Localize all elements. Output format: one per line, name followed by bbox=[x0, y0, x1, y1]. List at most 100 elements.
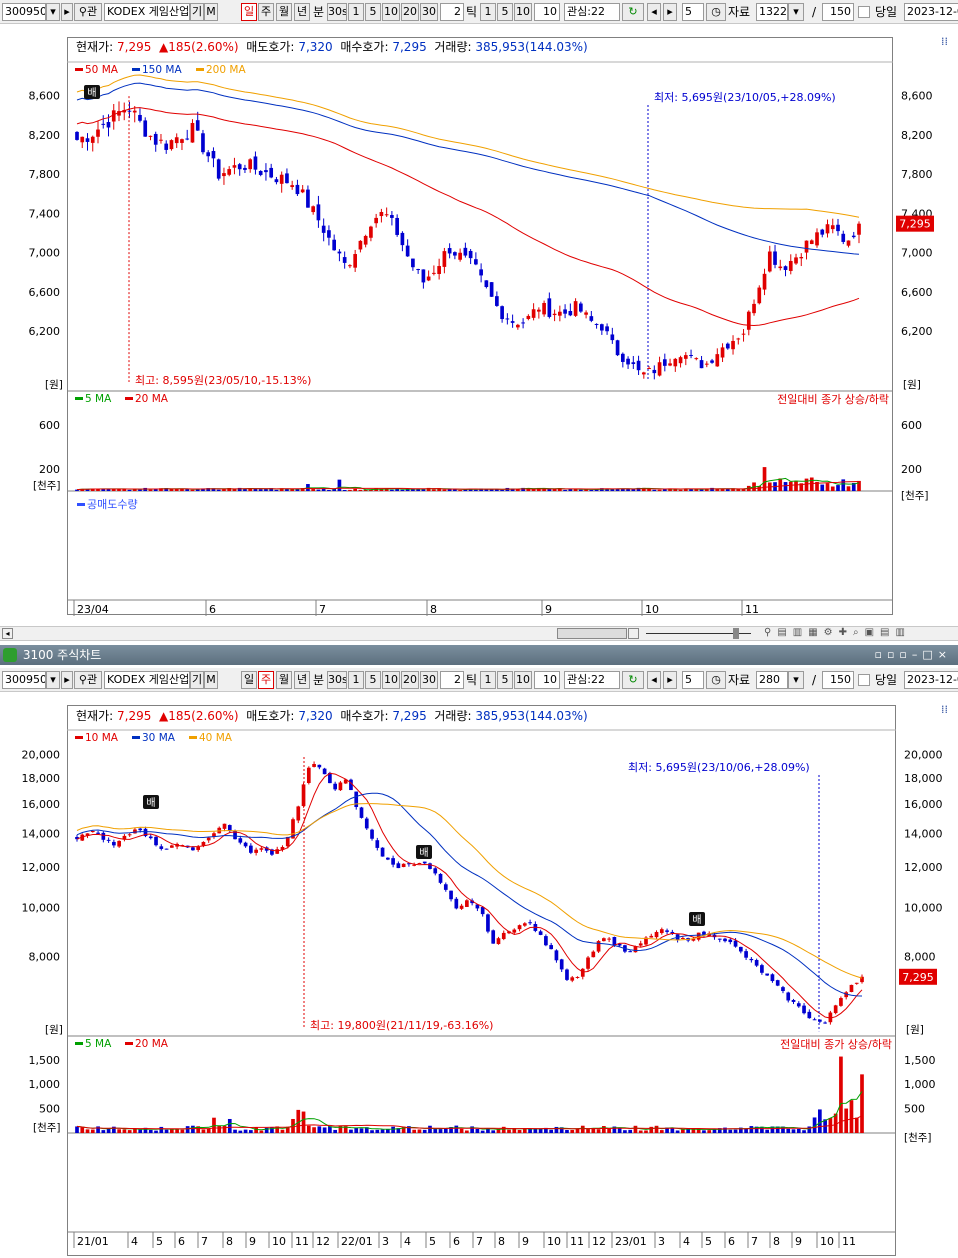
period-day-button[interactable]: 일 bbox=[241, 671, 257, 689]
volume-bar bbox=[348, 489, 352, 491]
period-week-button[interactable]: 주 bbox=[258, 3, 274, 21]
candle-down bbox=[626, 358, 630, 365]
visible-count-input[interactable]: 150 bbox=[822, 671, 854, 689]
min-30-button[interactable]: 30 bbox=[420, 671, 438, 689]
code-dropdown-button[interactable]: ▾ bbox=[46, 3, 60, 21]
volume-bar bbox=[836, 485, 840, 491]
sec-button[interactable]: 30s bbox=[327, 671, 347, 689]
candle-up bbox=[275, 849, 280, 854]
prev-icon[interactable]: ◂ bbox=[647, 3, 661, 21]
top-chart-svg[interactable]: 50 MA 150 MA 200 MA 8,600 8,600 8,200 8,200 7,8… bbox=[0, 25, 958, 625]
tick-input[interactable]: 2 bbox=[440, 3, 464, 21]
candle-down bbox=[620, 353, 625, 362]
scroll-right-icon[interactable] bbox=[628, 628, 639, 639]
candle-down bbox=[594, 323, 599, 325]
visible-count-input[interactable]: 150 bbox=[822, 3, 854, 21]
candle-down bbox=[841, 233, 846, 242]
period-month-button[interactable]: 월 bbox=[276, 3, 292, 21]
volume-bar bbox=[290, 489, 295, 491]
prev-icon[interactable]: ◂ bbox=[647, 671, 661, 689]
m-button[interactable]: M bbox=[204, 3, 218, 21]
period-year-button[interactable]: 년 bbox=[294, 671, 310, 689]
candle-up bbox=[542, 302, 546, 315]
chart-tool-icons[interactable]: ⚲▤▥▦⚙✚⌕▣▤▥ bbox=[764, 627, 911, 638]
period-day-button[interactable]: 일 bbox=[241, 3, 257, 21]
volume-bar bbox=[127, 489, 132, 491]
window-controls[interactable]: ▫▫▫–□× bbox=[875, 645, 952, 665]
tick-input[interactable]: 2 bbox=[440, 671, 464, 689]
stock-name-field[interactable]: KODEX 게임산업 bbox=[104, 3, 190, 21]
min-1-button[interactable]: 1 bbox=[348, 671, 364, 689]
step-input[interactable]: 5 bbox=[682, 3, 704, 21]
date-input[interactable]: 2023-12-0 bbox=[904, 3, 958, 21]
volume-bar bbox=[860, 1074, 864, 1133]
gi-button[interactable]: 기 bbox=[190, 671, 204, 689]
candle-up bbox=[591, 951, 596, 958]
clock-icon[interactable]: ◷ bbox=[706, 671, 726, 689]
next-arrow-button[interactable]: ▸ bbox=[61, 671, 73, 689]
zoom-slider-handle[interactable] bbox=[733, 628, 739, 639]
data-label: 자료 bbox=[728, 673, 751, 687]
time-axis-label: 10 bbox=[547, 1235, 561, 1248]
price-tick-left: 20,000 bbox=[22, 749, 61, 762]
scroll-thumb[interactable] bbox=[557, 628, 627, 639]
candle-down bbox=[143, 120, 148, 137]
today-checkbox[interactable] bbox=[858, 6, 870, 18]
next-icon[interactable]: ▸ bbox=[663, 671, 677, 689]
gi-button[interactable]: 기 bbox=[190, 3, 204, 21]
bottom-chart-svg[interactable]: 10 MA 30 MA 40 MA 20,000 20,000 18,000 18,000 1… bbox=[0, 693, 958, 1258]
min-20-button[interactable]: 20 bbox=[401, 671, 419, 689]
time-axis-label: 7 bbox=[201, 1235, 208, 1248]
m-button[interactable]: M bbox=[204, 671, 218, 689]
watchlist-field[interactable]: 관심:22 bbox=[564, 3, 620, 21]
search-button[interactable]: ⚲관 bbox=[74, 3, 102, 21]
candle-down bbox=[391, 858, 395, 865]
period-year-button[interactable]: 년 bbox=[294, 3, 310, 21]
tick-10-button[interactable]: 10 bbox=[514, 3, 532, 21]
min-10-button[interactable]: 10 bbox=[382, 3, 400, 21]
volume-bar bbox=[623, 1130, 627, 1133]
stock-name-field[interactable]: KODEX 게임산업 bbox=[104, 671, 190, 689]
volume-bar bbox=[80, 1127, 85, 1133]
min-1-button[interactable]: 1 bbox=[348, 3, 364, 21]
data-count-dropdown[interactable]: ▾ bbox=[788, 3, 804, 21]
tick-10-button[interactable]: 10 bbox=[514, 671, 532, 689]
scroll-left-icon[interactable]: ◂ bbox=[2, 628, 13, 639]
min-5-button[interactable]: 5 bbox=[365, 671, 381, 689]
stock-code-input[interactable]: 300950 bbox=[2, 671, 46, 689]
tick10-input[interactable]: 10 bbox=[534, 671, 560, 689]
next-icon[interactable]: ▸ bbox=[663, 3, 677, 21]
tick10-input[interactable]: 10 bbox=[534, 3, 560, 21]
min-5-button[interactable]: 5 bbox=[365, 3, 381, 21]
search-button[interactable]: ⚲관 bbox=[74, 671, 102, 689]
tick-5-button[interactable]: 5 bbox=[497, 3, 513, 21]
code-dropdown-button[interactable]: ▾ bbox=[46, 671, 60, 689]
min-30-button[interactable]: 30 bbox=[420, 3, 438, 21]
ma-legend-label: 150 MA bbox=[142, 64, 182, 76]
data-count-dropdown[interactable]: ▾ bbox=[788, 671, 804, 689]
step-input[interactable]: 5 bbox=[682, 671, 704, 689]
time-axis-label: 8 bbox=[773, 1235, 780, 1248]
date-input[interactable]: 2023-12-0 bbox=[904, 671, 958, 689]
data-count-select[interactable]: 1322 bbox=[756, 3, 788, 21]
refresh-icon[interactable]: ↻ bbox=[622, 3, 644, 21]
tick-1-button[interactable]: 1 bbox=[480, 3, 496, 21]
watchlist-field[interactable]: 관심:22 bbox=[564, 671, 620, 689]
price-tick-right: 20,000 bbox=[904, 749, 943, 762]
min-20-button[interactable]: 20 bbox=[401, 3, 419, 21]
tick-1-button[interactable]: 1 bbox=[480, 671, 496, 689]
data-count-select[interactable]: 280 bbox=[756, 671, 788, 689]
chart-scrollbar[interactable]: ◂ ⚲▤▥▦⚙✚⌕▣▤▥ bbox=[0, 626, 958, 641]
clock-icon[interactable]: ◷ bbox=[706, 3, 726, 21]
time-axis-label: 8 bbox=[226, 1235, 233, 1248]
volume-bar bbox=[264, 489, 268, 491]
sec-button[interactable]: 30s bbox=[327, 3, 347, 21]
refresh-icon[interactable]: ↻ bbox=[622, 671, 644, 689]
tick-5-button[interactable]: 5 bbox=[497, 671, 513, 689]
period-week-button[interactable]: 주 bbox=[258, 671, 274, 689]
min-10-button[interactable]: 10 bbox=[382, 671, 400, 689]
next-arrow-button[interactable]: ▸ bbox=[61, 3, 73, 21]
stock-code-input[interactable]: 300950 bbox=[2, 3, 46, 21]
today-checkbox[interactable] bbox=[858, 674, 870, 686]
period-month-button[interactable]: 월 bbox=[276, 671, 292, 689]
